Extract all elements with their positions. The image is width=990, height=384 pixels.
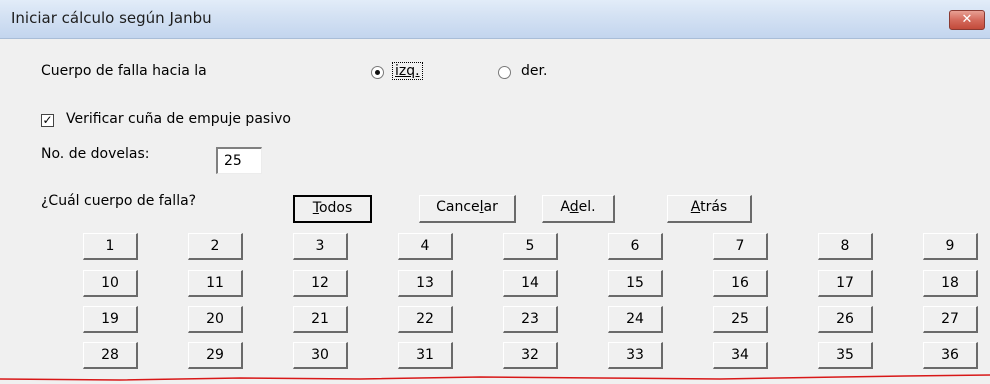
cancelar-button[interactable]: Cancelar — [419, 195, 516, 223]
body-button-19[interactable]: 19 — [83, 306, 138, 333]
title-bar: Iniciar cálculo según Janbu ✕ — [0, 0, 990, 39]
body-button-10[interactable]: 10 — [83, 270, 138, 297]
body-button-14[interactable]: 14 — [503, 270, 558, 297]
radio-left-label[interactable]: izq. — [392, 62, 423, 80]
body-button-18[interactable]: 18 — [923, 270, 978, 297]
body-button-3[interactable]: 3 — [293, 233, 348, 260]
radio-left[interactable] — [371, 66, 384, 79]
body-button-30[interactable]: 30 — [293, 342, 348, 369]
window-title: Iniciar cálculo según Janbu — [11, 9, 212, 27]
radio-right[interactable] — [498, 66, 511, 79]
body-button-27[interactable]: 27 — [923, 306, 978, 333]
body-button-36[interactable]: 36 — [923, 342, 978, 369]
slices-label: No. de dovelas: — [41, 146, 150, 162]
body-button-21[interactable]: 21 — [293, 306, 348, 333]
red-annotation-line — [0, 374, 990, 381]
body-button-4[interactable]: 4 — [398, 233, 453, 260]
close-icon: ✕ — [961, 12, 973, 27]
close-button[interactable]: ✕ — [949, 10, 985, 30]
body-button-35[interactable]: 35 — [818, 342, 873, 369]
body-button-22[interactable]: 22 — [398, 306, 453, 333]
body-button-20[interactable]: 20 — [188, 306, 243, 333]
body-button-31[interactable]: 31 — [398, 342, 453, 369]
body-button-11[interactable]: 11 — [188, 270, 243, 297]
body-button-7[interactable]: 7 — [713, 233, 768, 260]
body-button-34[interactable]: 34 — [713, 342, 768, 369]
body-button-32[interactable]: 32 — [503, 342, 558, 369]
todos-button[interactable]: Todos — [293, 195, 372, 223]
body-button-33[interactable]: 33 — [608, 342, 663, 369]
radio-left-label-text: izq. — [395, 63, 420, 79]
body-button-12[interactable]: 12 — [293, 270, 348, 297]
direction-label: Cuerpo de falla hacia la — [41, 63, 207, 79]
which-body-label: ¿Cuál cuerpo de falla? — [41, 193, 197, 209]
body-button-25[interactable]: 25 — [713, 306, 768, 333]
body-button-15[interactable]: 15 — [608, 270, 663, 297]
adel-button[interactable]: Adel. — [542, 195, 615, 223]
body-button-17[interactable]: 17 — [818, 270, 873, 297]
radio-selected-dot — [375, 70, 380, 75]
body-button-24[interactable]: 24 — [608, 306, 663, 333]
body-button-1[interactable]: 1 — [83, 233, 138, 260]
slices-input[interactable]: 25 — [216, 147, 262, 174]
body-button-26[interactable]: 26 — [818, 306, 873, 333]
body-button-28[interactable]: 28 — [83, 342, 138, 369]
body-button-23[interactable]: 23 — [503, 306, 558, 333]
body-button-5[interactable]: 5 — [503, 233, 558, 260]
body-button-8[interactable]: 8 — [818, 233, 873, 260]
body-button-9[interactable]: 9 — [923, 233, 978, 260]
body-button-6[interactable]: 6 — [608, 233, 663, 260]
body-button-16[interactable]: 16 — [713, 270, 768, 297]
radio-right-label[interactable]: der. — [521, 63, 547, 79]
body-button-13[interactable]: 13 — [398, 270, 453, 297]
red-annotation-path — [0, 374, 990, 381]
body-button-2[interactable]: 2 — [188, 233, 243, 260]
body-button-29[interactable]: 29 — [188, 342, 243, 369]
verify-label[interactable]: Verificar cuña de empuje pasivo — [66, 111, 291, 127]
atras-button[interactable]: Atrás — [667, 195, 752, 223]
verify-checkbox[interactable]: ✓ — [41, 114, 54, 127]
